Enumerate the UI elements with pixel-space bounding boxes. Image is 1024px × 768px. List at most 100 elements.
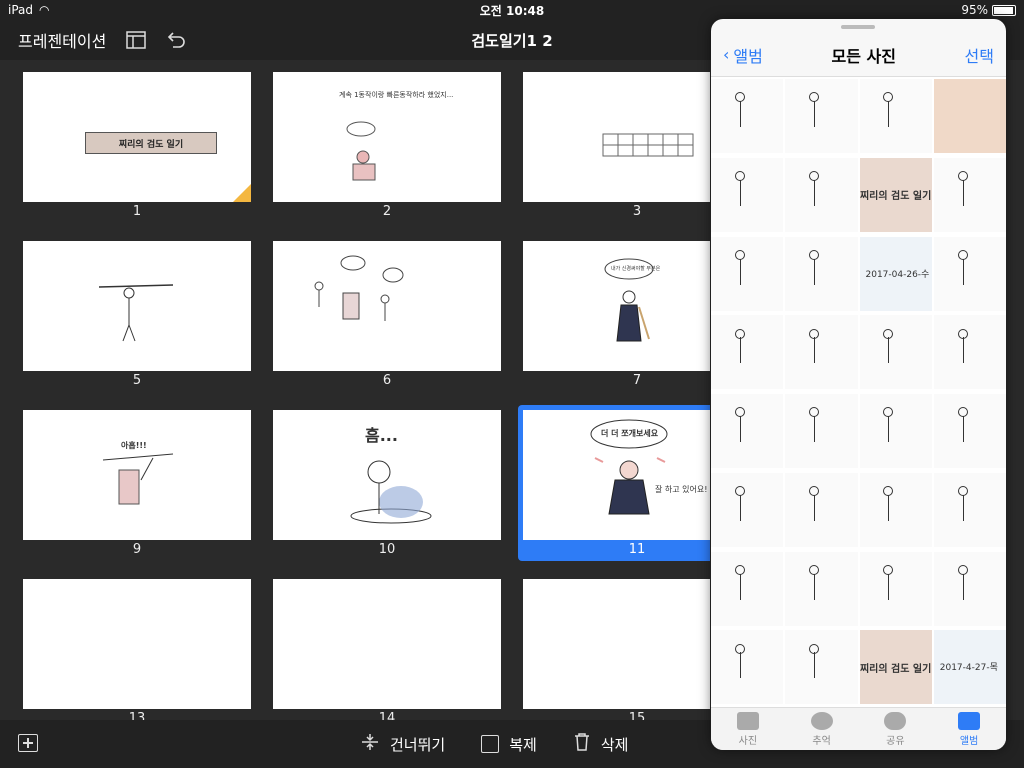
- photo-thumbnail[interactable]: [785, 157, 858, 232]
- panel-title: 모든 사진: [831, 46, 896, 66]
- photo-thumbnail[interactable]: [711, 315, 784, 390]
- photo-thumbnail[interactable]: [711, 630, 784, 705]
- photo-thumbnail[interactable]: [933, 79, 1006, 153]
- slide-thumbnail[interactable]: [23, 241, 251, 371]
- status-bar: iPad ◠ 오전 10:48 95%: [0, 0, 1024, 20]
- battery-icon: [992, 4, 1016, 16]
- albums-icon: [958, 711, 981, 730]
- slide-thumbnail[interactable]: 내가 신경써야할 부분은: [523, 241, 710, 371]
- panel-grabber[interactable]: [841, 25, 875, 29]
- photo-thumbnail[interactable]: [785, 472, 858, 547]
- slide-number: 3: [632, 204, 642, 219]
- select-button[interactable]: 선택: [965, 43, 994, 67]
- duplicate-button[interactable]: 복제: [481, 732, 537, 756]
- slide-thumbnail-selected[interactable]: 더 더 쪼개보세요 잘 하고 있어요!: [523, 410, 710, 540]
- photo-thumbnail[interactable]: [711, 157, 784, 232]
- tab-albums[interactable]: 앨범: [932, 708, 1006, 750]
- photo-thumbnail[interactable]: [859, 315, 932, 390]
- photo-thumbnail[interactable]: [933, 472, 1006, 547]
- photo-thumbnail[interactable]: [933, 236, 1006, 311]
- back-button[interactable]: ‹ 앨범: [723, 43, 763, 67]
- photo-thumbnail[interactable]: 2017-4-27-목: [933, 630, 1006, 705]
- tab-label: 추억: [812, 735, 831, 747]
- thinking-figure-illustration: [350, 460, 432, 524]
- stick-figure-illustration: [346, 121, 376, 181]
- slide-number: 2: [382, 204, 392, 219]
- side-text: 잘 하고 있어요!: [655, 485, 708, 494]
- delete-button[interactable]: 삭제: [573, 732, 629, 756]
- battery-percent: 95%: [961, 3, 988, 17]
- slide-thumbnail[interactable]: [523, 579, 710, 709]
- photo-thumbnail[interactable]: 찌리의 검도 일기: [859, 157, 932, 232]
- slide-number: 13: [128, 711, 146, 720]
- stick-figure-illustration: [102, 453, 174, 505]
- add-slide-button[interactable]: [18, 734, 38, 752]
- duplicate-label: 복제: [509, 735, 537, 754]
- slide-thumbnail[interactable]: 아홉!!!: [23, 410, 251, 540]
- photo-thumbnail[interactable]: [785, 315, 858, 390]
- presentation-menu[interactable]: 프레젠테이션: [18, 28, 106, 52]
- tab-label: 앨범: [959, 735, 979, 747]
- slide-number: 9: [132, 542, 142, 557]
- photo-thumbnail[interactable]: [711, 79, 784, 153]
- photo-grid: 찌리의 검도 일기 2017-04-26-수 찌리의 검도 일기 2017-4-…: [711, 77, 1006, 707]
- photo-thumbnail[interactable]: [933, 157, 1006, 232]
- slide-thumbnail[interactable]: 흠...: [273, 410, 501, 540]
- slide-thumbnail[interactable]: [523, 72, 710, 202]
- photo-thumbnail[interactable]: [859, 394, 932, 468]
- clock: 오전 10:48: [479, 3, 545, 18]
- photo-thumbnail[interactable]: 2017-04-26-수: [859, 236, 932, 311]
- back-label: 앨범: [733, 46, 763, 66]
- chevron-left-icon: ‹: [723, 45, 730, 64]
- photo-thumbnail[interactable]: [785, 79, 858, 153]
- kendo-figure-illustration: [604, 258, 654, 342]
- stick-figure-illustration: [98, 284, 174, 342]
- skip-button[interactable]: 건너뛰기: [360, 732, 445, 756]
- slide-number: 11: [628, 542, 646, 557]
- photo-thumbnail[interactable]: [933, 394, 1006, 468]
- photo-thumbnail[interactable]: [785, 236, 858, 311]
- photo-title-text: 찌리의 검도 일기: [859, 663, 932, 675]
- photo-thumbnail[interactable]: [711, 551, 784, 626]
- undo-icon[interactable]: [166, 30, 186, 50]
- slide-thumbnail[interactable]: 계속 1동작이랑 빠른동작하라 했었지...: [273, 72, 501, 202]
- slide-thumbnail[interactable]: [273, 241, 501, 371]
- photo-date-text: 2017-04-26-수: [865, 269, 930, 280]
- photo-thumbnail[interactable]: [859, 551, 932, 626]
- cloud-icon: [884, 711, 907, 730]
- photos-icon: [736, 711, 759, 730]
- photo-thumbnail[interactable]: [711, 394, 784, 468]
- stick-figure-illustration: [314, 255, 404, 321]
- skip-label: 건너뛰기: [390, 735, 446, 754]
- photo-thumbnail[interactable]: [859, 472, 932, 547]
- speech-bubble-text: 더 더 쪼개보세요: [601, 429, 659, 438]
- photo-picker-nav: ‹ 앨범 모든 사진 선택: [711, 33, 1006, 77]
- slide-thumbnail[interactable]: 찌리의 검도 일기: [23, 72, 251, 202]
- photo-thumbnail[interactable]: [711, 472, 784, 547]
- tab-shared[interactable]: 공유: [859, 708, 933, 750]
- photo-thumbnail[interactable]: [933, 315, 1006, 390]
- corner-marker: [233, 184, 251, 202]
- slide-thumbnail[interactable]: [23, 579, 251, 709]
- photo-thumbnail[interactable]: [785, 551, 858, 626]
- photo-thumbnail[interactable]: 찌리의 검도 일기: [859, 630, 932, 705]
- photo-date-text: 2017-4-27-목: [939, 663, 998, 674]
- tab-label: 사진: [738, 735, 758, 747]
- slide-number: 1: [132, 204, 142, 219]
- wifi-icon: ◠: [39, 3, 50, 17]
- slide-thumbnail[interactable]: [273, 579, 501, 709]
- photo-thumbnail[interactable]: [933, 551, 1006, 626]
- skip-icon: [360, 732, 380, 756]
- tab-memories[interactable]: 추억: [785, 708, 859, 750]
- slide-number: 7: [632, 373, 642, 388]
- delete-label: 삭제: [600, 735, 629, 754]
- trash-icon: [573, 732, 591, 756]
- layout-icon[interactable]: [126, 30, 147, 50]
- photo-thumbnail[interactable]: [859, 79, 932, 153]
- slide-number: 14: [378, 711, 396, 720]
- tab-photos[interactable]: 사진: [711, 708, 785, 750]
- photo-thumbnail[interactable]: [785, 630, 858, 705]
- photo-thumbnail[interactable]: [785, 394, 858, 468]
- photo-thumbnail[interactable]: [711, 236, 784, 311]
- slide-navigator: 찌리의 검도 일기 1 계속 1동작이랑 빠른동작하라 했었지... 2 3 5…: [0, 60, 710, 720]
